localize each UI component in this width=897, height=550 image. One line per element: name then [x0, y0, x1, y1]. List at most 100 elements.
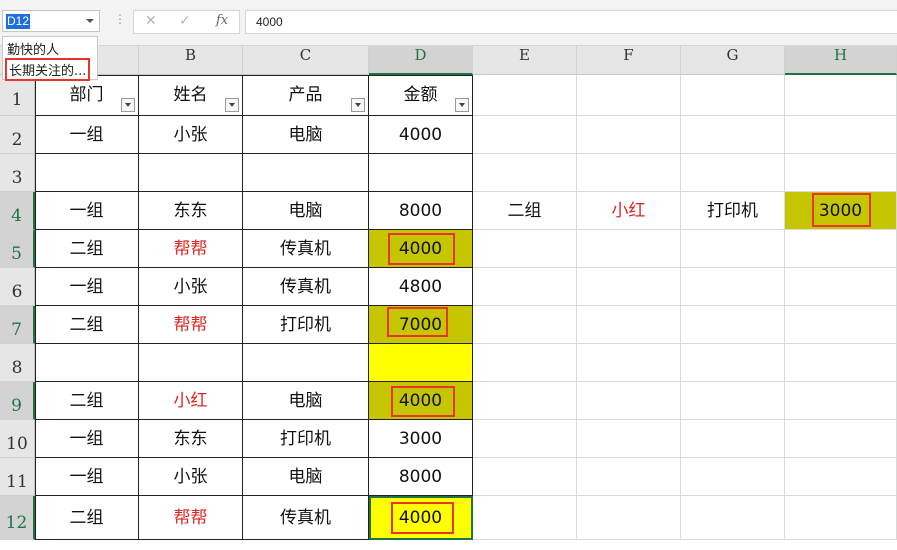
cell-g3[interactable] — [681, 154, 785, 192]
row-header-9[interactable]: 9 — [0, 382, 35, 420]
cell-c6[interactable]: 传真机 — [243, 268, 369, 306]
cell-e9[interactable] — [473, 382, 577, 420]
cell-a10[interactable]: 一组 — [35, 420, 139, 458]
cell-h8[interactable] — [785, 344, 897, 382]
cell-e11[interactable] — [473, 458, 577, 496]
cell-e5[interactable] — [473, 230, 577, 268]
cell-a2[interactable]: 一组 — [35, 116, 139, 154]
cell-c12[interactable]: 传真机 — [243, 496, 369, 540]
cell-a7[interactable]: 二组 — [35, 306, 139, 344]
cell-h6[interactable] — [785, 268, 897, 306]
cell-c10[interactable]: 打印机 — [243, 420, 369, 458]
column-header-e[interactable]: E — [473, 46, 577, 75]
row-header-1[interactable]: 1 — [0, 75, 35, 116]
cell-f1[interactable] — [577, 75, 681, 116]
cell-a11[interactable]: 一组 — [35, 458, 139, 496]
cell-f7[interactable] — [577, 306, 681, 344]
cell-b2[interactable]: 小张 — [139, 116, 243, 154]
cell-d7[interactable]: 7000 — [369, 306, 473, 344]
cell-h3[interactable] — [785, 154, 897, 192]
cell-h4[interactable]: 3000 — [785, 192, 897, 230]
cell-f4[interactable]: 小红 — [577, 192, 681, 230]
cell-g1[interactable] — [681, 75, 785, 116]
cell-d6[interactable]: 4800 — [369, 268, 473, 306]
dropdown-item-selected[interactable]: 长期关注的... — [5, 58, 91, 81]
filter-dropdown-button[interactable] — [351, 98, 365, 112]
cell-b9[interactable]: 小红 — [139, 382, 243, 420]
cell-b5[interactable]: 帮帮 — [139, 230, 243, 268]
column-header-b[interactable]: B — [139, 46, 243, 75]
column-header-c[interactable]: C — [243, 46, 369, 75]
cell-b12[interactable]: 帮帮 — [139, 496, 243, 540]
cell-g10[interactable] — [681, 420, 785, 458]
cell-b4[interactable]: 东东 — [139, 192, 243, 230]
cell-h11[interactable] — [785, 458, 897, 496]
cell-b6[interactable]: 小张 — [139, 268, 243, 306]
cell-b11[interactable]: 小张 — [139, 458, 243, 496]
cell-g5[interactable] — [681, 230, 785, 268]
cell-a6[interactable]: 一组 — [35, 268, 139, 306]
cell-e2[interactable] — [473, 116, 577, 154]
cell-g6[interactable] — [681, 268, 785, 306]
cell-h10[interactable] — [785, 420, 897, 458]
cell-d9[interactable]: 4000 — [369, 382, 473, 420]
row-header-12[interactable]: 12 — [0, 496, 35, 540]
cell-g9[interactable] — [681, 382, 785, 420]
name-box-value[interactable]: D12 — [6, 14, 31, 29]
cell-c4[interactable]: 电脑 — [243, 192, 369, 230]
cell-d12[interactable]: 4000 — [369, 496, 473, 540]
cell-g8[interactable] — [681, 344, 785, 382]
cell-b10[interactable]: 东东 — [139, 420, 243, 458]
cell-b8[interactable] — [139, 344, 243, 382]
confirm-icon[interactable]: ✓ — [179, 13, 191, 29]
column-header-d[interactable]: D — [369, 46, 473, 75]
cell-e8[interactable] — [473, 344, 577, 382]
cell-c2[interactable]: 电脑 — [243, 116, 369, 154]
row-header-8[interactable]: 8 — [0, 344, 35, 382]
cell-d3[interactable] — [369, 154, 473, 192]
cell-c11[interactable]: 电脑 — [243, 458, 369, 496]
cell-e4[interactable]: 二组 — [473, 192, 577, 230]
cell-d5[interactable]: 4000 — [369, 230, 473, 268]
cell-e12[interactable] — [473, 496, 577, 540]
insert-function-icon[interactable]: fx — [216, 13, 228, 28]
row-header-4[interactable]: 4 — [0, 192, 35, 230]
cell-f8[interactable] — [577, 344, 681, 382]
cell-g2[interactable] — [681, 116, 785, 154]
cell-d11[interactable]: 8000 — [369, 458, 473, 496]
row-header-6[interactable]: 6 — [0, 268, 35, 306]
filter-dropdown-button[interactable] — [225, 98, 239, 112]
cell-d4[interactable]: 8000 — [369, 192, 473, 230]
dropdown-item[interactable]: 勤快的人 — [7, 39, 59, 58]
row-header-2[interactable]: 2 — [0, 116, 35, 154]
cell-f2[interactable] — [577, 116, 681, 154]
column-header-g[interactable]: G — [681, 46, 785, 75]
more-options-icon[interactable]: ⋮ — [114, 12, 126, 26]
cell-a9[interactable]: 二组 — [35, 382, 139, 420]
cell-d2[interactable]: 4000 — [369, 116, 473, 154]
cell-c9[interactable]: 电脑 — [243, 382, 369, 420]
cell-f6[interactable] — [577, 268, 681, 306]
cell-f5[interactable] — [577, 230, 681, 268]
row-header-7[interactable]: 7 — [0, 306, 35, 344]
cell-f11[interactable] — [577, 458, 681, 496]
cell-a5[interactable]: 二组 — [35, 230, 139, 268]
row-header-3[interactable]: 3 — [0, 154, 35, 192]
cell-e6[interactable] — [473, 268, 577, 306]
cell-e10[interactable] — [473, 420, 577, 458]
cell-g11[interactable] — [681, 458, 785, 496]
cell-e7[interactable] — [473, 306, 577, 344]
cell-h1[interactable] — [785, 75, 897, 116]
filter-dropdown-button[interactable] — [455, 98, 469, 112]
cancel-icon[interactable]: ✕ — [145, 13, 157, 29]
cell-b3[interactable] — [139, 154, 243, 192]
cell-h9[interactable] — [785, 382, 897, 420]
cell-a8[interactable] — [35, 344, 139, 382]
formula-input[interactable]: 4000 — [245, 10, 897, 34]
cell-f10[interactable] — [577, 420, 681, 458]
cell-g4[interactable]: 打印机 — [681, 192, 785, 230]
cell-g7[interactable] — [681, 306, 785, 344]
cell-h12[interactable] — [785, 496, 897, 540]
cell-c8[interactable] — [243, 344, 369, 382]
cell-b7[interactable]: 帮帮 — [139, 306, 243, 344]
